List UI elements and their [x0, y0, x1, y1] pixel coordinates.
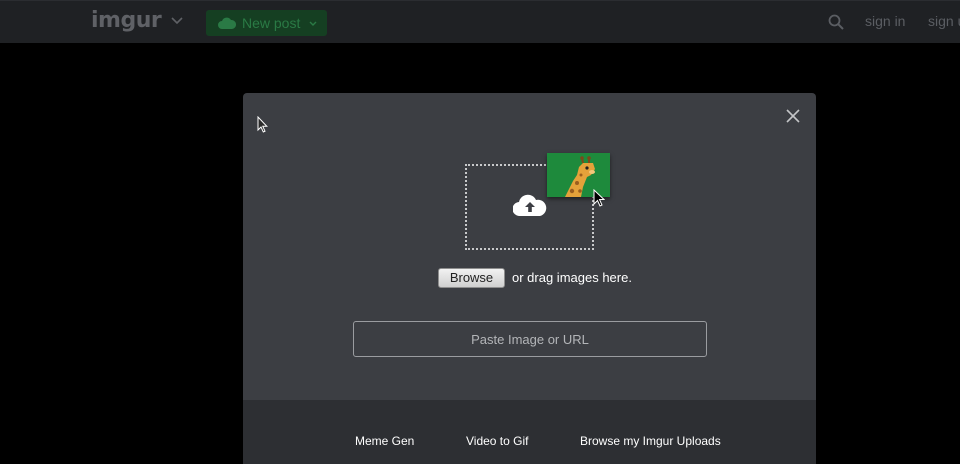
top-nav-bar: imgur New post sign in sign up — [0, 0, 960, 43]
imgur-logo[interactable]: imgur — [91, 8, 162, 33]
paste-url-input[interactable] — [353, 321, 707, 357]
page: imgur New post sign in sign up — [0, 0, 960, 464]
upload-modal: Browse or drag images here. Meme Gen Vid… — [243, 93, 816, 464]
cursor-icon — [257, 116, 268, 133]
video-to-gif-link[interactable]: Video to Gif — [466, 434, 528, 448]
modal-footer: Meme Gen Video to Gif Browse my Imgur Up… — [243, 400, 816, 464]
drag-images-text: or drag images here. — [512, 270, 632, 285]
search-icon[interactable] — [828, 14, 844, 30]
close-icon[interactable] — [786, 109, 800, 123]
cloud-upload-icon — [218, 17, 236, 29]
browse-uploads-link[interactable]: Browse my Imgur Uploads — [580, 434, 721, 448]
chevron-down-icon — [309, 21, 317, 26]
meme-gen-link[interactable]: Meme Gen — [355, 434, 414, 448]
chevron-down-icon[interactable] — [171, 17, 183, 25]
new-post-label: New post — [242, 15, 301, 31]
cloud-upload-icon — [513, 194, 547, 216]
sign-in-link[interactable]: sign in — [865, 13, 905, 29]
browse-button[interactable]: Browse — [438, 268, 505, 288]
sign-up-link[interactable]: sign up — [928, 13, 960, 29]
cursor-icon — [593, 189, 605, 207]
new-post-button[interactable]: New post — [206, 10, 327, 36]
